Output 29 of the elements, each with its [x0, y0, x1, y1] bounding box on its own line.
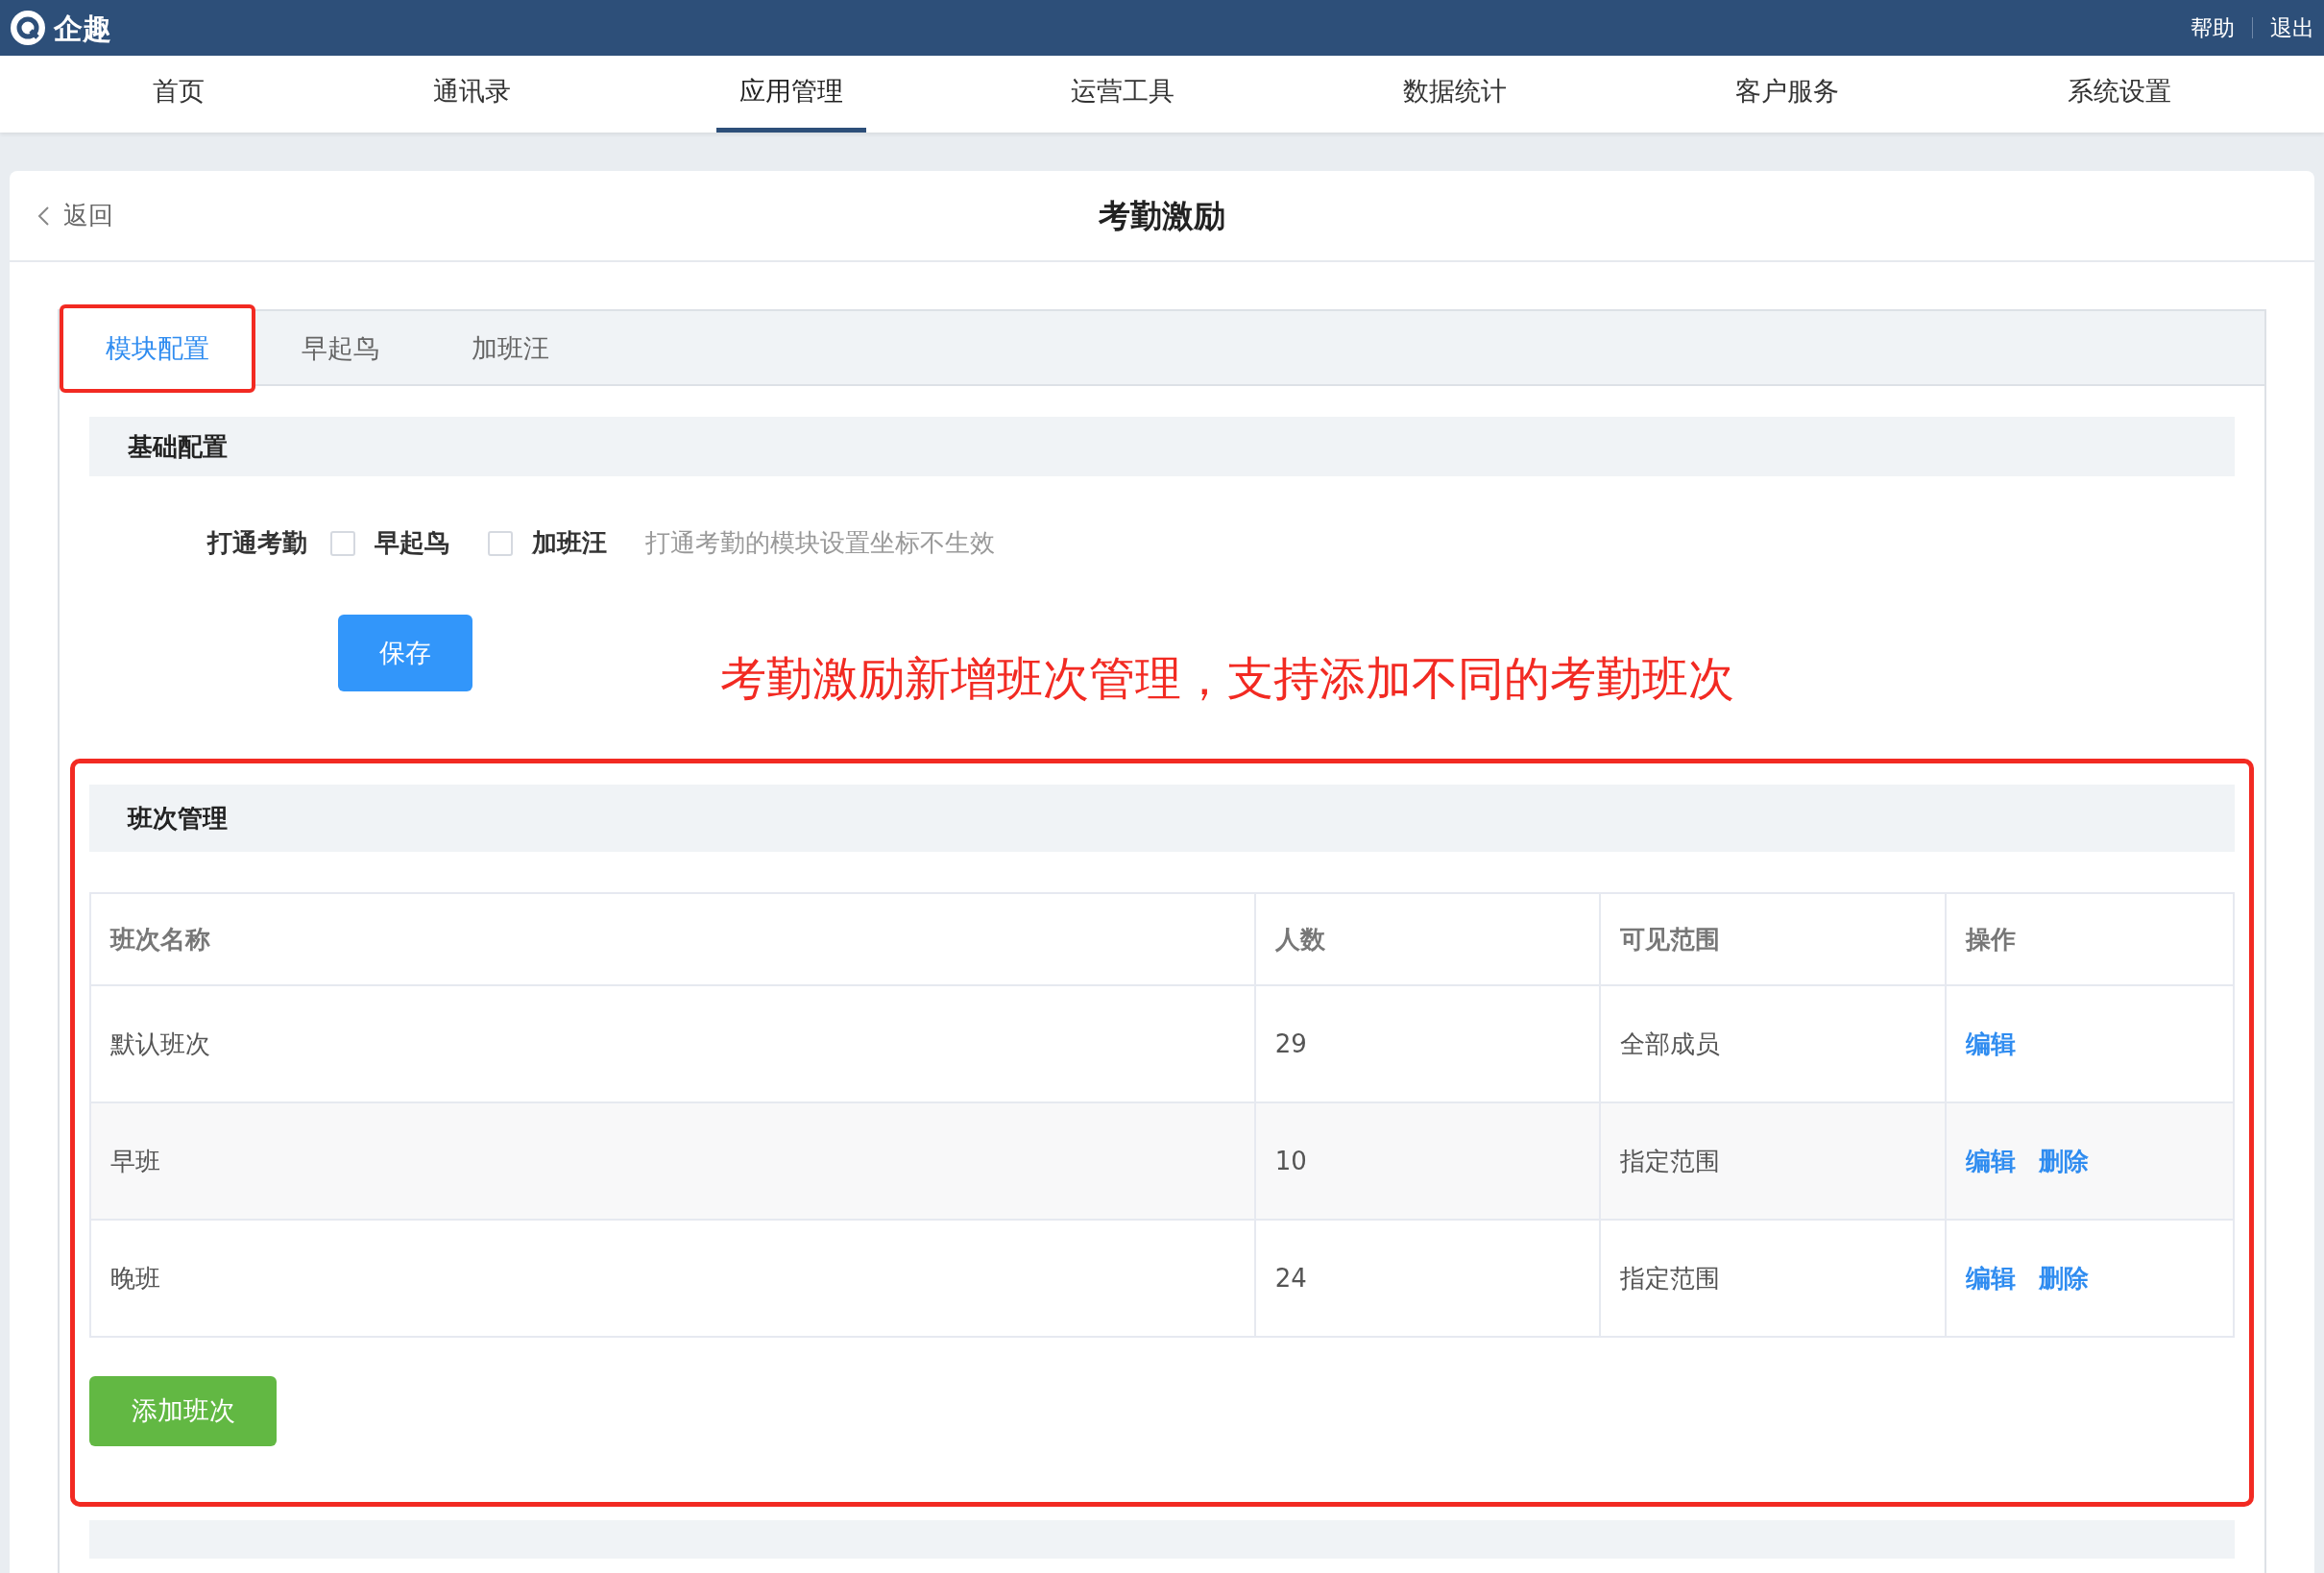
nav-item[interactable]: 应用管理 — [715, 56, 866, 133]
column-header: 班次名称 — [90, 893, 1255, 985]
field-label: 打通考勤 — [207, 527, 307, 559]
table-cell: 指定范围 — [1600, 1220, 1947, 1337]
back-link[interactable]: 返回 — [36, 197, 113, 234]
page-title: 考勤激励 — [1099, 195, 1225, 236]
tab[interactable]: 早起鸟 — [255, 304, 425, 393]
section-header: 班次管理 — [89, 785, 2235, 852]
nav-item[interactable]: 首页 — [129, 56, 228, 133]
nav-item[interactable]: 客户服务 — [1712, 56, 1863, 133]
header-link[interactable]: 退出 — [2270, 11, 2314, 45]
nav-item[interactable]: 数据统计 — [1380, 56, 1531, 133]
logo-icon — [10, 10, 46, 46]
table-cell: 24 — [1254, 1220, 1601, 1337]
chevron-left-icon — [36, 205, 50, 227]
checkbox-option[interactable]: 加班汪 — [488, 524, 607, 562]
nav-item[interactable]: 通讯录 — [409, 56, 534, 133]
section-header: 基础配置 — [89, 417, 2235, 476]
annotation-text: 考勤激励新增班次管理，支持添加不同的考勤班次 — [720, 650, 1734, 707]
nav-item[interactable]: 系统设置 — [2045, 56, 2194, 133]
checkbox[interactable] — [330, 530, 355, 556]
checkbox[interactable] — [488, 530, 513, 556]
header-link[interactable]: 帮助 — [2191, 11, 2235, 45]
tab[interactable]: 加班汪 — [425, 304, 595, 393]
table-cell: 晚班 — [90, 1220, 1255, 1337]
brand-name: 企趣 — [54, 10, 111, 47]
hint-text: 打通考勤的模块设置坐标不生效 — [645, 527, 995, 559]
nav-item[interactable]: 运营工具 — [1048, 56, 1198, 133]
checkbox-option[interactable]: 早起鸟 — [330, 524, 449, 562]
